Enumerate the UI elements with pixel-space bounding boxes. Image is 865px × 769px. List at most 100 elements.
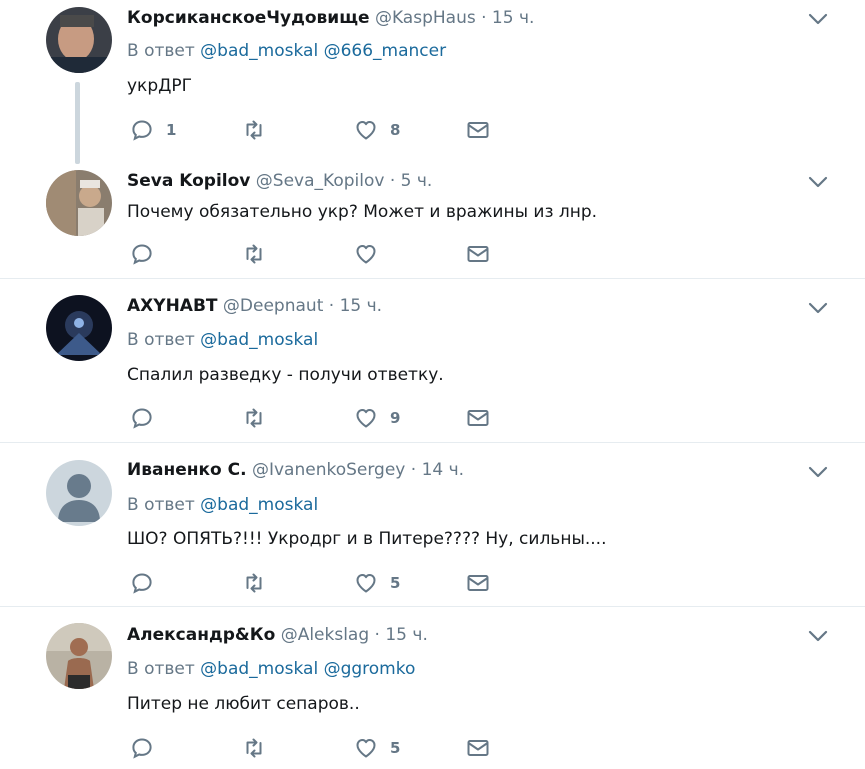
avatar[interactable] — [46, 170, 112, 236]
tweet-header: AXYHABT @Deepnaut · 15 ч. — [127, 295, 382, 317]
tweet[interactable]: Александр&Ко @Alekslag · 15 ч. В ответ @… — [0, 607, 865, 769]
heart-icon — [356, 574, 376, 593]
separator-dot: · — [410, 460, 417, 480]
reply-context: В ответ @bad_moskal — [127, 329, 318, 351]
heart-icon — [356, 409, 376, 428]
action-bar: 5 — [130, 736, 510, 760]
tweet-text: Спалил разведку - получи ответку. — [127, 365, 444, 385]
display-name[interactable]: Иваненко С. — [127, 460, 247, 480]
reply-icon — [132, 244, 152, 265]
reply-mentions[interactable]: @bad_moskal — [200, 495, 318, 515]
timestamp[interactable]: 15 ч. — [340, 296, 382, 316]
heart-icon — [356, 245, 376, 264]
timestamp[interactable]: 15 ч. — [385, 625, 427, 645]
tweet-text: Питер не любит сепаров.. — [127, 694, 360, 714]
avatar[interactable] — [46, 7, 112, 73]
user-handle[interactable]: @Deepnaut — [223, 296, 323, 316]
dm-button[interactable] — [466, 242, 490, 266]
tweet[interactable]: КорсиканскоеЧудовище @KaspHaus · 15 ч. В… — [0, 0, 865, 170]
chevron-down-icon[interactable] — [808, 12, 828, 26]
tweet[interactable]: Seva Kopilov @Seva_Kopilov · 5 ч. Почему… — [0, 170, 865, 278]
dm-button[interactable] — [466, 736, 490, 760]
retweet-button[interactable] — [242, 736, 278, 760]
envelope-icon — [467, 410, 489, 426]
avatar[interactable] — [46, 623, 112, 689]
retweet-button[interactable] — [242, 406, 278, 430]
separator-dot: · — [481, 8, 487, 28]
reply-context: В ответ @bad_moskal — [127, 494, 318, 516]
reply-button[interactable] — [130, 406, 166, 430]
tweet-header: Seva Kopilov @Seva_Kopilov · 5 ч. — [127, 170, 432, 192]
like-button[interactable]: 5 — [354, 571, 400, 595]
chevron-down-icon[interactable] — [808, 629, 828, 643]
like-button[interactable]: 8 — [354, 118, 400, 142]
reply-icon — [132, 408, 152, 429]
retweet-icon — [246, 408, 262, 428]
reply-button[interactable] — [130, 571, 166, 595]
retweet-button[interactable] — [242, 118, 278, 142]
separator-dot: · — [328, 296, 335, 316]
dm-button[interactable] — [466, 118, 490, 142]
reply-icon — [132, 738, 152, 759]
tweet[interactable]: Иваненко С. @IvanenkoSergey · 14 ч. В от… — [0, 443, 865, 606]
envelope-icon — [467, 740, 489, 756]
reply-prefix: В ответ — [127, 41, 195, 61]
display-name[interactable]: Seva Kopilov — [127, 171, 250, 191]
avatar[interactable] — [46, 295, 112, 361]
user-handle[interactable]: @IvanenkoSergey — [252, 460, 405, 480]
chevron-down-icon[interactable] — [808, 175, 828, 189]
tweet-header: Иваненко С. @IvanenkoSergey · 14 ч. — [127, 459, 464, 481]
user-handle[interactable]: @KaspHaus — [375, 8, 476, 28]
action-bar: 1 8 — [130, 118, 510, 142]
reply-count: 1 — [166, 121, 177, 139]
reply-button[interactable] — [130, 242, 166, 266]
dm-button[interactable] — [466, 406, 490, 430]
like-count: 9 — [390, 409, 401, 427]
reply-mentions[interactable]: @bad_moskal — [200, 330, 318, 350]
avatar[interactable] — [46, 460, 112, 526]
envelope-icon — [467, 122, 489, 138]
heart-icon — [356, 739, 376, 758]
tweet-header: КорсиканскоеЧудовище @KaspHaus · 15 ч. — [127, 7, 534, 29]
like-button[interactable]: 5 — [354, 736, 400, 760]
retweet-icon — [246, 120, 262, 140]
reply-context: В ответ @bad_moskal @ggromko — [127, 658, 415, 680]
reply-icon — [132, 120, 152, 141]
reply-button[interactable] — [130, 736, 166, 760]
like-button[interactable] — [354, 242, 390, 266]
envelope-icon — [467, 246, 489, 262]
action-bar: 5 — [130, 571, 510, 595]
tweet-text: ШО? ОПЯТЬ?!!! Укродрг и в Питере???? Ну,… — [127, 529, 607, 549]
display-name[interactable]: КорсиканскоеЧудовище — [127, 8, 370, 28]
timestamp[interactable]: 14 ч. — [422, 460, 464, 480]
retweet-button[interactable] — [242, 571, 278, 595]
timestamp[interactable]: 5 ч. — [401, 171, 433, 191]
reply-context: В ответ @bad_moskal @666_mancer — [127, 40, 446, 62]
envelope-icon — [467, 575, 489, 591]
tweet-text: Почему обязательно укр? Может и вражины … — [127, 202, 598, 222]
retweet-button[interactable] — [242, 242, 278, 266]
retweet-icon — [246, 573, 262, 593]
timestamp[interactable]: 15 ч. — [492, 8, 534, 28]
reply-mentions[interactable]: @bad_moskal @666_mancer — [200, 41, 446, 61]
dm-button[interactable] — [466, 571, 490, 595]
separator-dot: · — [389, 171, 396, 191]
user-handle[interactable]: @Seva_Kopilov — [256, 171, 385, 191]
like-count: 5 — [390, 574, 401, 592]
action-bar: 9 — [130, 406, 510, 430]
chevron-down-icon[interactable] — [808, 465, 828, 479]
display-name[interactable]: AXYHABT — [127, 296, 218, 316]
tweet-header: Александр&Ко @Alekslag · 15 ч. — [127, 624, 428, 646]
retweet-icon — [246, 738, 262, 758]
user-handle[interactable]: @Alekslag — [281, 625, 369, 645]
reply-prefix: В ответ — [127, 330, 195, 350]
action-bar — [130, 242, 510, 266]
reply-mentions[interactable]: @bad_moskal @ggromko — [200, 659, 415, 679]
display-name[interactable]: Александр&Ко — [127, 625, 275, 645]
like-button[interactable]: 9 — [354, 406, 400, 430]
chevron-down-icon[interactable] — [808, 301, 828, 315]
like-count: 5 — [390, 739, 401, 757]
like-count: 8 — [390, 121, 401, 139]
tweet[interactable]: AXYHABT @Deepnaut · 15 ч. В ответ @bad_m… — [0, 279, 865, 442]
reply-button[interactable]: 1 — [130, 118, 176, 142]
